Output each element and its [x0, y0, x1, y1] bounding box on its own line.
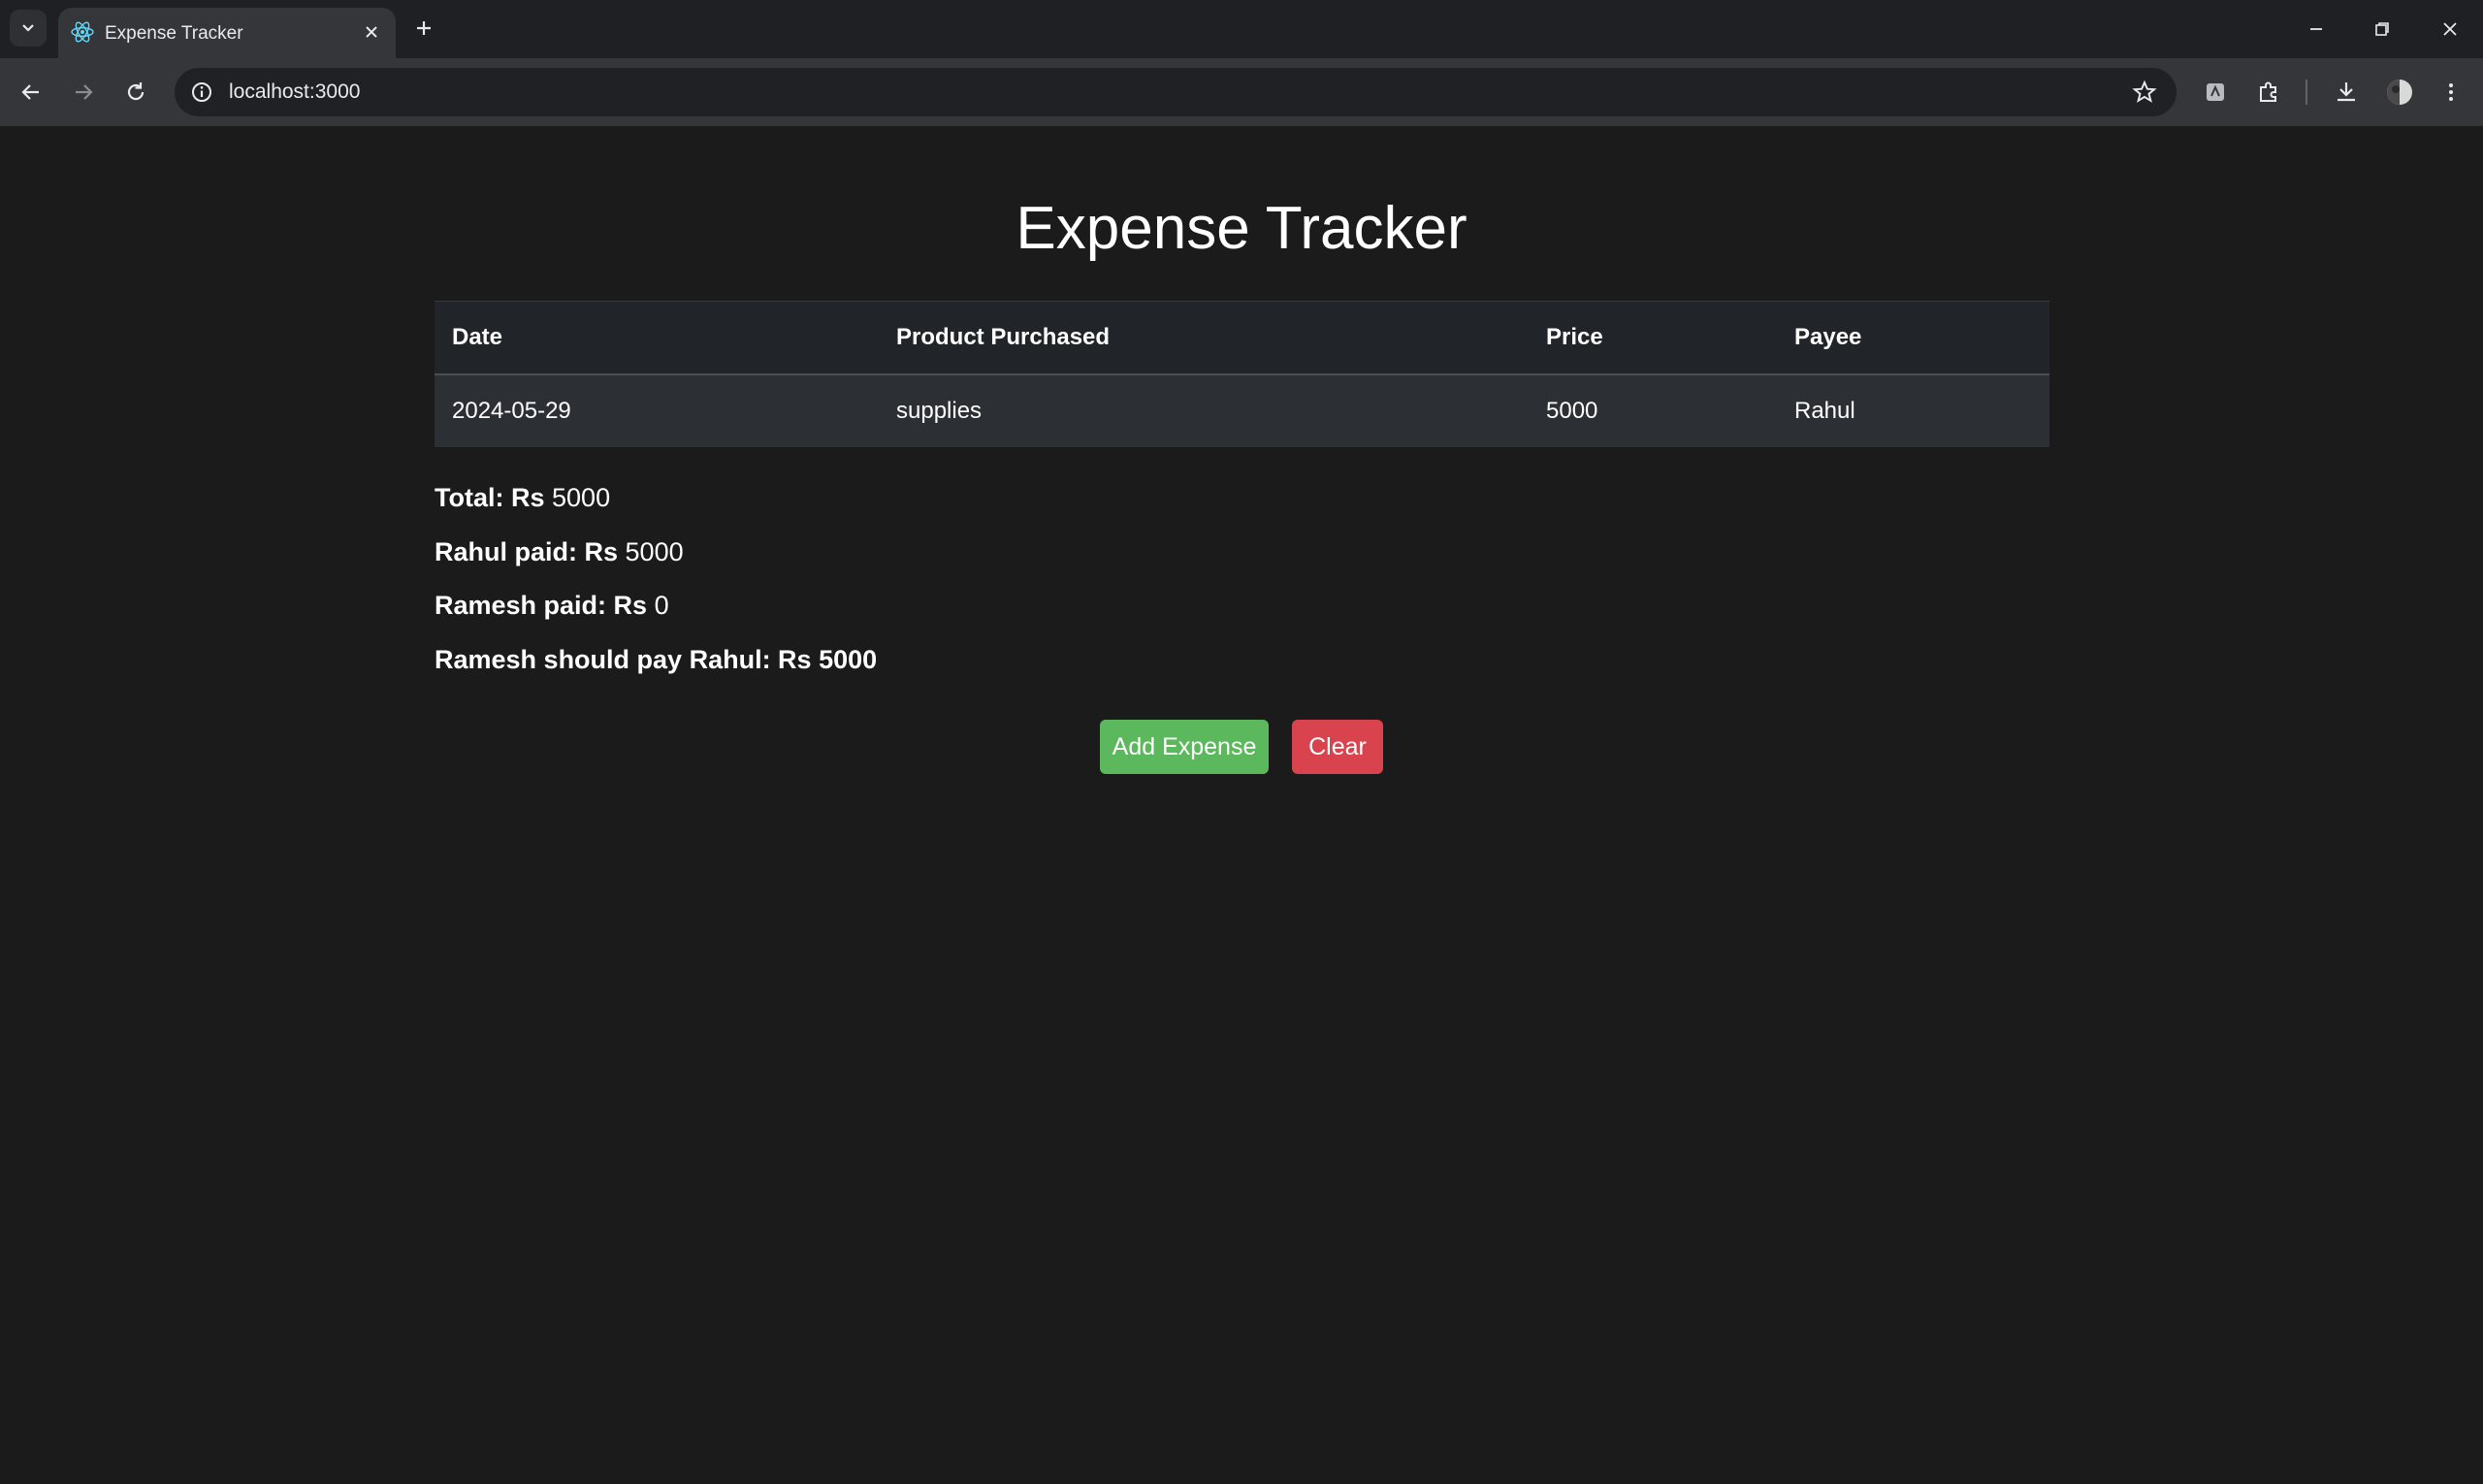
reload-icon [127, 82, 145, 101]
ramesh-paid-line: Ramesh paid: Rs 0 [435, 591, 669, 621]
ramesh-paid-value: 0 [654, 591, 669, 620]
extension-button[interactable] [2197, 74, 2234, 111]
total-value: 5000 [552, 483, 611, 512]
forward-button[interactable] [64, 73, 103, 112]
download-icon [2338, 82, 2355, 102]
url-text[interactable]: localhost:3000 [229, 81, 360, 104]
address-bar[interactable]: localhost:3000 [175, 68, 2177, 116]
more-vertical-icon [2449, 83, 2453, 101]
page-title: Expense Tracker [1016, 195, 1467, 262]
total-label: Total: Rs [435, 483, 545, 512]
settlement-line: Ramesh should pay Rahul: Rs 5000 [435, 645, 877, 675]
extensions-menu-button[interactable] [2250, 74, 2287, 111]
extension-app-icon [2207, 83, 2224, 101]
restore-button[interactable] [2361, 10, 2403, 48]
downloads-button[interactable] [2328, 74, 2365, 111]
settlement-text: Ramesh should pay Rahul: Rs 5000 [435, 645, 878, 674]
minimize-icon [2310, 28, 2322, 30]
add-expense-button[interactable]: Add Expense [1100, 720, 1269, 774]
info-icon[interactable] [190, 81, 213, 104]
restore-icon [2375, 22, 2389, 36]
ramesh-paid-label: Ramesh paid: Rs [435, 591, 648, 620]
close-window-button[interactable] [2429, 10, 2471, 48]
cell-price: 5000 [1529, 374, 1777, 447]
column-header-payee: Payee [1777, 301, 2049, 375]
browser-menu-button[interactable] [2433, 74, 2469, 111]
arrow-left-icon [21, 84, 39, 100]
clear-button[interactable]: Clear [1292, 720, 1383, 774]
cell-payee: Rahul [1777, 374, 2049, 447]
plus-icon [417, 21, 431, 35]
back-button[interactable] [12, 73, 50, 112]
chevron-down-icon [22, 24, 34, 32]
cell-product: supplies [879, 374, 1529, 447]
column-header-price: Price [1529, 301, 1777, 375]
arrow-right-icon [76, 84, 93, 100]
rahul-paid-value: 5000 [625, 537, 684, 566]
tab-close-button[interactable] [361, 21, 382, 43]
bookmark-star-icon[interactable] [2132, 80, 2157, 105]
table-header-row: Date Product Purchased Price Payee [435, 301, 2049, 375]
tab-search-button[interactable] [10, 10, 47, 47]
close-icon [366, 26, 377, 38]
avatar-icon [2387, 80, 2412, 105]
puzzle-icon [2260, 81, 2276, 102]
page-content: Expense Tracker Date Product Purchased P… [0, 126, 2483, 1484]
tab-title: Expense Tracker [105, 23, 243, 44]
expense-table: Date Product Purchased Price Payee 2024-… [435, 301, 2049, 447]
browser-toolbar: localhost:3000 [0, 58, 2483, 126]
minimize-button[interactable] [2295, 10, 2338, 48]
rahul-paid-label: Rahul paid: Rs [435, 537, 619, 566]
tab-strip: Expense Tracker [0, 0, 2483, 58]
close-icon [2443, 22, 2457, 36]
cell-date: 2024-05-29 [435, 374, 879, 447]
column-header-date: Date [435, 301, 879, 375]
new-tab-button[interactable] [409, 14, 438, 43]
browser-tab[interactable]: Expense Tracker [58, 8, 396, 58]
profile-button[interactable] [2381, 74, 2418, 111]
column-header-product: Product Purchased [879, 301, 1529, 375]
react-logo-icon [71, 21, 94, 43]
rahul-paid-line: Rahul paid: Rs 5000 [435, 537, 684, 567]
table-row: 2024-05-29 supplies 5000 Rahul [435, 374, 2049, 447]
toolbar-divider [2306, 80, 2307, 105]
reload-button[interactable] [116, 73, 155, 112]
total-line: Total: Rs 5000 [435, 483, 610, 513]
